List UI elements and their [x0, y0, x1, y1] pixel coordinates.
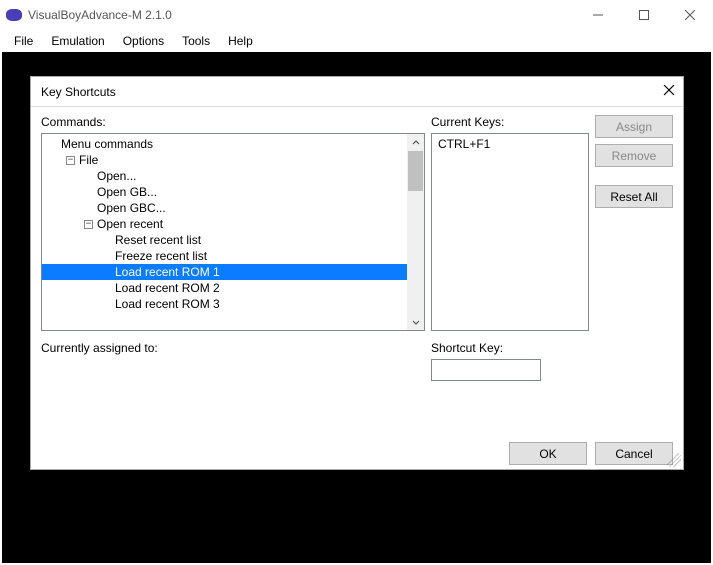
shortcut-key-input[interactable]	[431, 359, 541, 381]
tree-item-label: Freeze recent list	[115, 248, 207, 264]
menu-emulation[interactable]: Emulation	[43, 32, 112, 50]
current-keys-label: Current Keys:	[431, 115, 589, 129]
tree-item[interactable]: Load recent ROM 1	[42, 264, 407, 280]
tree-item[interactable]: Freeze recent list	[42, 248, 407, 264]
tree-item-label: Menu commands	[61, 136, 153, 152]
tree-item[interactable]: Open GB...	[42, 184, 407, 200]
window-title: VisualBoyAdvance-M 2.1.0	[28, 8, 172, 22]
tree-item[interactable]: Reset recent list	[42, 232, 407, 248]
collapse-icon[interactable]: −	[84, 220, 93, 229]
tree-item[interactable]: −File	[42, 152, 407, 168]
tree-item-label: Open...	[97, 168, 136, 184]
tree-item-label: Open GB...	[97, 184, 157, 200]
tree-item[interactable]: Menu commands	[42, 136, 407, 152]
commands-scrollbar[interactable]	[407, 134, 424, 330]
tree-item-label: Load recent ROM 3	[115, 296, 220, 312]
commands-label: Commands:	[41, 115, 425, 129]
scroll-up-icon[interactable]	[407, 134, 424, 151]
commands-tree[interactable]: Menu commands−FileOpen...Open GB...Open …	[41, 133, 425, 331]
app-icon	[6, 9, 22, 21]
menu-tools[interactable]: Tools	[174, 32, 218, 50]
tree-item[interactable]: Open...	[42, 168, 407, 184]
remove-button[interactable]: Remove	[595, 144, 673, 167]
tree-item-label: Load recent ROM 1	[115, 264, 220, 280]
scroll-thumb[interactable]	[408, 151, 423, 191]
window-close-button[interactable]	[667, 0, 713, 30]
key-shortcuts-dialog: Key Shortcuts Commands: Menu commands−Fi…	[30, 76, 684, 470]
tree-item-label: Open GBC...	[97, 200, 166, 216]
window-maximize-button[interactable]	[621, 0, 667, 30]
shortcut-key-label: Shortcut Key:	[431, 341, 673, 355]
tree-item-label: Reset recent list	[115, 232, 201, 248]
tree-item-label: Load recent ROM 2	[115, 280, 220, 296]
scroll-down-icon[interactable]	[407, 313, 424, 330]
window-titlebar: VisualBoyAdvance-M 2.1.0	[0, 0, 713, 30]
tree-item[interactable]: −Open recent	[42, 216, 407, 232]
menubar: File Emulation Options Tools Help	[0, 30, 713, 52]
dialog-titlebar: Key Shortcuts	[31, 77, 683, 107]
menu-help[interactable]: Help	[220, 32, 261, 50]
tree-item-label: Open recent	[97, 216, 163, 232]
assign-button[interactable]: Assign	[595, 115, 673, 138]
menu-options[interactable]: Options	[115, 32, 172, 50]
cancel-button[interactable]: Cancel	[595, 442, 673, 465]
dialog-title: Key Shortcuts	[41, 85, 116, 99]
tree-item[interactable]: Open GBC...	[42, 200, 407, 216]
resize-grip-icon[interactable]	[667, 453, 681, 467]
currently-assigned-label: Currently assigned to:	[41, 341, 425, 355]
current-key-item[interactable]: CTRL+F1	[438, 137, 582, 151]
collapse-icon[interactable]: −	[66, 156, 75, 165]
reset-all-button[interactable]: Reset All	[595, 185, 673, 208]
tree-item-label: File	[79, 152, 98, 168]
menu-file[interactable]: File	[6, 32, 41, 50]
tree-item[interactable]: Load recent ROM 3	[42, 296, 407, 312]
tree-item[interactable]: Load recent ROM 2	[42, 280, 407, 296]
dialog-close-button[interactable]	[663, 84, 675, 99]
current-keys-list[interactable]: CTRL+F1	[431, 133, 589, 331]
ok-button[interactable]: OK	[509, 442, 587, 465]
window-minimize-button[interactable]	[575, 0, 621, 30]
